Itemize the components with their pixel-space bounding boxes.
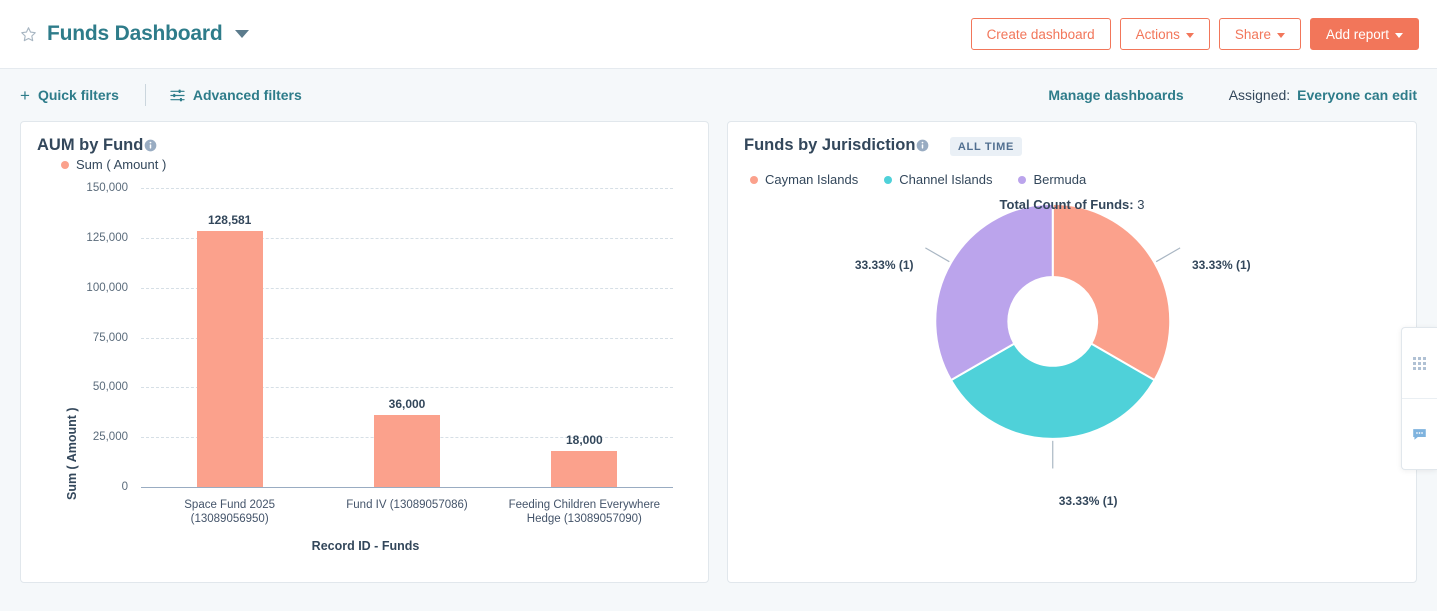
legend-item-label: Cayman Islands [765,172,859,187]
gridline [141,188,673,189]
bar-value-label: 18,000 [565,433,603,448]
bar-chart: 0 25,000 50,000 75,000 100,000 125,000 150,000… [21,172,708,562]
card-funds-by-jurisdiction: Funds by Jurisdiction ALL TIME Cayman Is… [727,121,1417,583]
legend-item-label: Sum ( Amount ) [76,157,167,172]
create-dashboard-button[interactable]: Create dashboard [970,18,1111,50]
y-axis-title: Sum ( Amount ) [65,407,79,500]
y-axis-tick-label: 0 [121,481,128,493]
floating-side-panel [1401,327,1437,470]
x-axis-line [141,487,673,488]
y-axis-tick-label: 125,000 [86,231,128,244]
total-count-prefix: Total Count of Funds: [999,197,1134,212]
total-count-value: 3 [1137,197,1145,212]
donut-svg [925,202,1181,469]
info-circle-icon[interactable] [916,139,929,152]
y-axis-ticks: 0 25,000 50,000 75,000 100,000 125,000 150,000 [21,172,128,562]
bar[interactable] [374,415,440,487]
share-button[interactable]: Share [1218,18,1301,50]
label-leader-line [1155,247,1181,263]
chevron-down-icon[interactable] [234,30,249,38]
donut-chart: Total Count of Funds: 3 33.33% (1) 33.33%… [728,187,1416,517]
add-report-label: Add report [1325,26,1389,42]
donut-data-label: 33.33% (1) [1058,494,1118,508]
card-title-text: AUM by Fund [37,136,144,154]
legend-color-dot [61,160,69,169]
legend-color-dot [884,175,893,184]
filter-divider [144,84,146,106]
x-axis-tick-label: Space Fund 2025 (13089056950) [184,499,276,525]
grid-drag-icon [1413,356,1426,370]
top-bar-actions: Create dashboard Actions Share Add repor… [970,18,1419,50]
legend-item[interactable]: Bermuda [1018,172,1086,187]
chat-bubble-icon [1413,428,1426,440]
legend-item-label: Channel Islands [899,172,993,187]
chevron-down-icon [1395,32,1403,38]
sliders-icon [170,89,185,101]
bar[interactable] [196,230,263,487]
dashboard-cards: AUM by Fund Sum ( Amount ) 0 25,000 50,000… [0,121,1437,583]
star-outline-icon[interactable] [20,26,37,43]
advanced-filters-label: Advanced filters [192,87,302,103]
y-axis-tick-label: 25,000 [92,431,128,444]
time-range-badge: ALL TIME [949,137,1023,156]
bar-value-label: 36,000 [388,397,426,412]
actions-label: Actions [1135,26,1180,42]
quick-filters-label: Quick filters [37,87,119,103]
share-label: Share [1234,26,1271,42]
info-circle-icon[interactable] [144,139,157,152]
filter-bar-right: Manage dashboards Assigned: Everyone can… [1048,87,1417,103]
total-count-label: Total Count of Funds: 3 [728,197,1416,212]
card-aum-by-fund: AUM by Fund Sum ( Amount ) 0 25,000 50,000… [20,121,709,583]
label-leader-line [925,247,950,263]
create-dashboard-label: Create dashboard [986,26,1095,42]
bar-value-label: 128,581 [207,212,252,227]
card-title-text: Funds by Jurisdiction [744,136,916,154]
bar[interactable] [551,451,618,487]
y-axis-tick-label: 100,000 [86,281,128,294]
add-report-button[interactable]: Add report [1309,18,1419,50]
assigned-group: Assigned: Everyone can edit [1229,87,1417,103]
manage-dashboards-link[interactable]: Manage dashboards [1048,87,1183,103]
assigned-label: Assigned: [1228,87,1291,103]
legend-item[interactable]: Channel Islands [884,172,992,187]
donut-data-label: 33.33% (1) [854,257,914,272]
y-axis-tick-label: 150,000 [86,182,128,194]
panel-drag-handle[interactable] [1402,328,1437,398]
donut-slice[interactable] [934,202,1054,382]
card-title-aum: AUM by Fund [21,122,157,155]
legend-item[interactable]: Sum ( Amount ) [61,157,166,172]
donut-slice[interactable] [1051,202,1172,382]
advanced-filters-button[interactable]: Advanced filters [170,87,302,103]
legend-item-label: Bermuda [1033,172,1087,187]
x-axis-title: Record ID - Funds [311,539,420,553]
dashboard-title-group: Funds Dashboard [20,22,249,46]
y-axis-tick-label: 75,000 [92,331,128,344]
card-title-jurisdiction: Funds by Jurisdiction [728,122,929,155]
x-axis-tick-label: Feeding Children Everywhere Hedge (130890… [508,499,661,525]
actions-button[interactable]: Actions [1119,18,1210,50]
filter-bar: + Quick filters Advanced filters Manage … [0,69,1437,121]
top-bar: Funds Dashboard Create dashboard Actions… [0,0,1437,69]
y-axis-tick-label: 50,000 [92,381,128,394]
donut-data-label: 33.33% (1) [1191,257,1251,272]
quick-filters-button[interactable]: + Quick filters [20,87,119,104]
x-axis-tick-label: Fund IV (13089057086) [346,499,468,511]
chevron-down-icon [1185,32,1194,38]
assigned-value-link[interactable]: Everyone can edit [1297,87,1417,103]
legend-color-dot [1018,175,1027,184]
page-title: Funds Dashboard [47,22,223,45]
plus-icon: + [20,85,30,105]
legend-item[interactable]: Cayman Islands [750,172,858,187]
legend-aum: Sum ( Amount ) [21,157,708,172]
legend-jurisdiction: Cayman Islands Channel Islands Bermuda [728,172,1416,187]
legend-color-dot [750,175,758,184]
panel-chat-button[interactable] [1402,398,1437,469]
chevron-down-icon [1276,32,1285,38]
